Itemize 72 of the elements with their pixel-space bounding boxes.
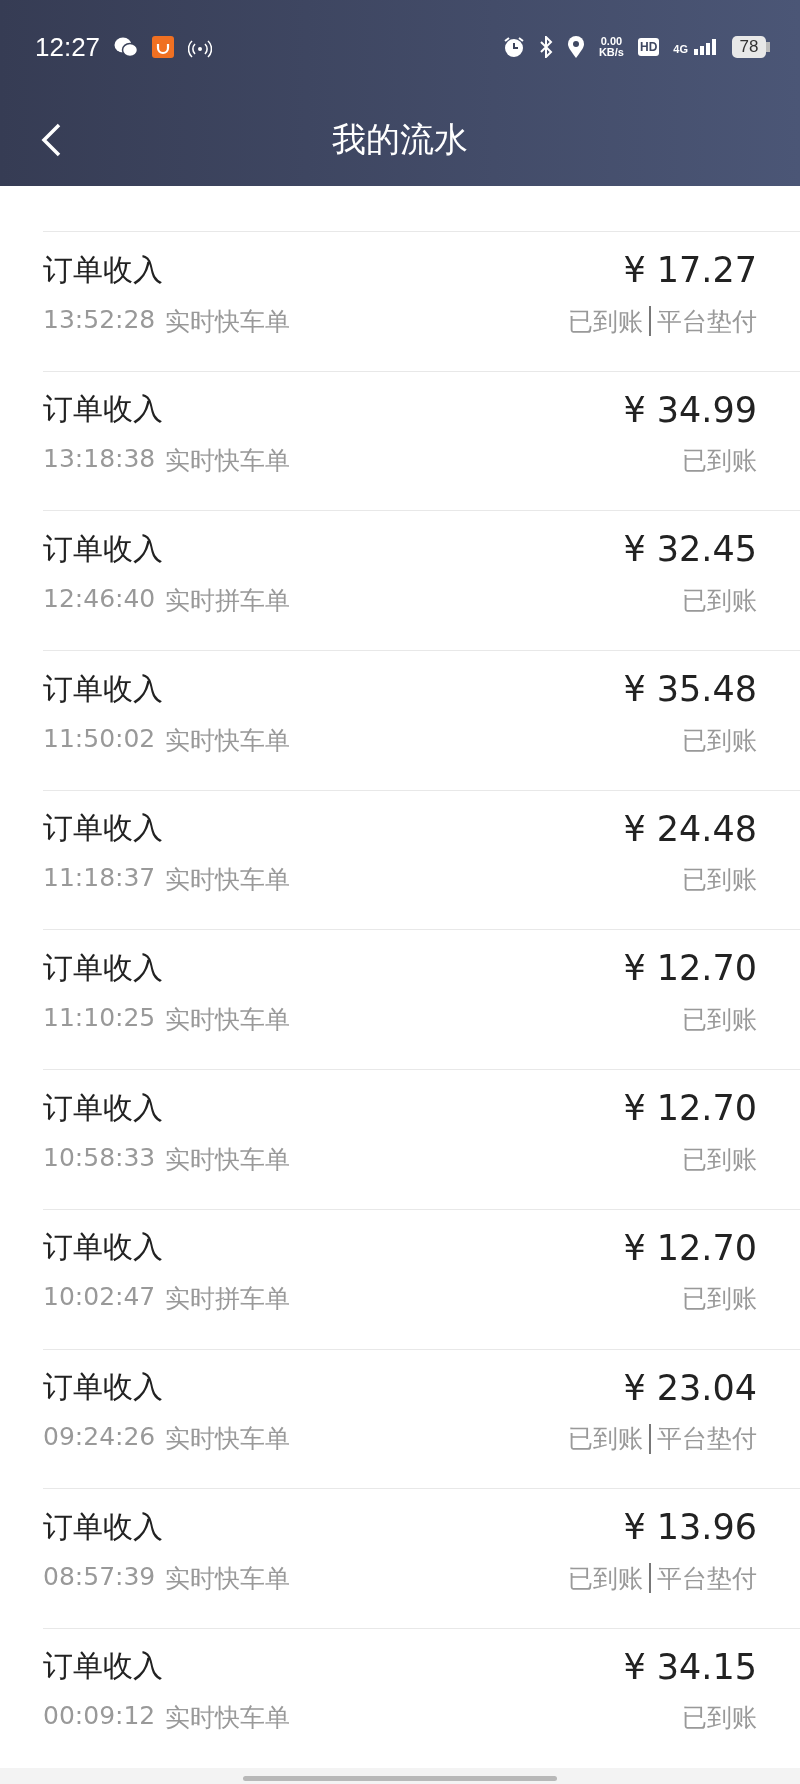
- entry-title: 订单收入: [43, 1228, 163, 1267]
- status-label: 已到账: [568, 1423, 643, 1455]
- entry-title: 订单收入: [43, 529, 163, 568]
- amount: ¥ 12.70: [623, 948, 757, 989]
- entry-time: 12:46:40: [43, 583, 156, 615]
- network-type: 4G: [673, 43, 688, 55]
- page-title: 我的流水: [332, 118, 468, 161]
- status-label: 已到账: [568, 1562, 643, 1595]
- order-type: 实时快车单: [165, 445, 291, 478]
- entry-time: 11:50:02: [43, 723, 156, 755]
- entry-time: 09:24:26: [43, 1422, 156, 1453]
- status-label: 已到账: [568, 305, 643, 338]
- status-label: 平台垫付: [657, 1562, 757, 1595]
- entry-title: 订单收入: [43, 1647, 163, 1686]
- entry-title: 订单收入: [43, 1507, 163, 1546]
- entry-title: 订单收入: [43, 948, 163, 987]
- entry-title: 订单收入: [43, 1368, 163, 1406]
- order-type: 实时快车单: [165, 1003, 291, 1036]
- entry-title: 订单收入: [43, 809, 163, 848]
- app-icon: [152, 36, 175, 58]
- status-label: 已到账: [682, 1143, 757, 1176]
- speed-value: 0.00: [600, 36, 623, 47]
- status-label: 已到账: [682, 445, 757, 478]
- amount: ¥ 17.27: [623, 250, 757, 290]
- order-type: 实时快车单: [165, 1143, 291, 1176]
- order-type: 实时快车单: [165, 305, 291, 338]
- amount: ¥ 32.45: [623, 529, 757, 570]
- battery-tip-icon: [766, 42, 770, 52]
- amount: ¥ 23.04: [623, 1367, 757, 1408]
- amount: ¥ 12.70: [623, 1088, 757, 1129]
- amount: ¥ 13.96: [623, 1507, 757, 1548]
- status-label: 已到账: [682, 1283, 757, 1316]
- order-type: 实时快车单: [165, 1423, 291, 1455]
- entry-title: 订单收入: [43, 1088, 163, 1127]
- hd-badge: HD: [637, 38, 660, 56]
- amount: ¥ 35.48: [623, 669, 757, 710]
- entry-time: 10:58:33: [43, 1142, 156, 1174]
- amount: ¥ 34.15: [623, 1646, 757, 1687]
- entry-title: 订单收入: [43, 390, 163, 429]
- clock-time: 12:27: [35, 31, 101, 63]
- status-label: 已到账: [682, 724, 757, 757]
- battery-level: 78: [732, 36, 766, 58]
- order-type: 实时拼车单: [165, 584, 291, 617]
- status-label: 已到账: [682, 584, 757, 617]
- amount: ¥ 34.99: [623, 389, 757, 430]
- status-label: 平台垫付: [657, 305, 757, 338]
- signal-icon: [694, 39, 718, 55]
- entry-time: 11:10:25: [43, 1002, 156, 1034]
- order-type: 实时快车单: [165, 864, 291, 897]
- status-label: 已到账: [682, 1702, 757, 1735]
- alarm-icon: [502, 36, 525, 58]
- status-label: 平台垫付: [657, 1423, 757, 1455]
- amount: ¥ 12.70: [623, 1227, 757, 1268]
- entry-time: 10:02:47: [43, 1282, 156, 1314]
- entry-title: 订单收入: [43, 250, 163, 289]
- amount: ¥ 24.48: [623, 808, 757, 849]
- bluetooth-icon: [538, 36, 553, 58]
- status-label: 已到账: [682, 1003, 757, 1036]
- status-label: 已到账: [682, 864, 757, 897]
- entry-time: 00:09:12: [43, 1701, 156, 1733]
- entry-time: 13:18:38: [43, 444, 156, 476]
- location-icon: [566, 36, 585, 58]
- order-type: 实时拼车单: [165, 1283, 291, 1316]
- order-type: 实时快车单: [165, 724, 291, 757]
- chat-bubbles-icon: [114, 36, 139, 58]
- order-type: 实时快车单: [165, 1562, 291, 1595]
- speed-unit: KB/s: [598, 47, 624, 58]
- entry-time: 11:18:37: [43, 863, 156, 895]
- entry-time: 08:57:39: [43, 1561, 156, 1593]
- entry-title: 订单收入: [43, 669, 163, 708]
- entry-time: 13:52:28: [43, 304, 156, 336]
- order-type: 实时快车单: [165, 1702, 291, 1735]
